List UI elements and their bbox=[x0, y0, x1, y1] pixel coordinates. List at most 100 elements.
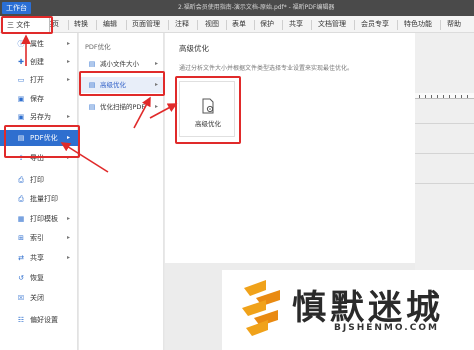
file-panel: ⓘ 属性 ▸ ✚ 创建 ▸ ▭ 打开 ▸ ▣ 保存 ▣ 另存为 ▸ ▤ PDF优… bbox=[0, 33, 78, 350]
menu-document-management[interactable]: 文档管理 bbox=[318, 16, 346, 33]
menu-featured[interactable]: 特色功能 bbox=[404, 16, 432, 33]
file-item-label: 偏好设置 bbox=[30, 316, 58, 324]
watermark-title: 慎默迷城 bbox=[292, 288, 444, 328]
file-item-label: 共享 bbox=[30, 254, 44, 262]
menu-separator bbox=[96, 20, 97, 30]
print-template-icon: ▦ bbox=[17, 215, 25, 223]
file-item-batch-print[interactable]: ⎙ 批量打印 bbox=[0, 191, 78, 207]
document-line bbox=[415, 183, 474, 184]
ruler bbox=[415, 93, 474, 99]
advanced-optimize-panel: 高级优化 通过分析文件大小并根据文件类型选择专业设置来实现最佳优化。 高级优化 bbox=[165, 33, 415, 263]
info-icon: ⓘ bbox=[17, 40, 25, 48]
file-item-label: 打印 bbox=[30, 176, 44, 184]
chevron-right-icon: ▸ bbox=[67, 234, 71, 241]
file-item-share[interactable]: ⇄ 共享 ▸ bbox=[0, 250, 78, 266]
chevron-right-icon: ▸ bbox=[67, 76, 71, 83]
share-icon: ⇄ bbox=[18, 254, 24, 262]
menu-member-exclusive[interactable]: 会员专享 bbox=[361, 16, 389, 33]
menu-page-management[interactable]: 页面管理 bbox=[132, 16, 160, 33]
chevron-right-icon: ▸ bbox=[155, 60, 159, 67]
file-item-save-as[interactable]: ▣ 另存为 ▸ bbox=[0, 109, 78, 125]
chevron-right-icon: ▸ bbox=[67, 58, 71, 65]
file-item-properties[interactable]: ⓘ 属性 ▸ bbox=[0, 36, 78, 52]
save-as-icon: ▣ bbox=[17, 113, 25, 121]
chevron-right-icon: ▸ bbox=[155, 103, 159, 110]
pdf-optimize-highlight bbox=[4, 125, 80, 158]
file-item-index[interactable]: ⊞ 索引 ▸ bbox=[0, 230, 78, 246]
chevron-right-icon: ▸ bbox=[67, 254, 71, 261]
create-icon: ✚ bbox=[18, 58, 24, 66]
file-item-label: 索引 bbox=[30, 234, 44, 242]
preferences-icon: ☷ bbox=[17, 316, 25, 324]
menu-form[interactable]: 表单 bbox=[232, 16, 246, 33]
panel-title: 高级优化 bbox=[179, 44, 209, 53]
pdf-optimize-header: PDF优化 bbox=[85, 43, 111, 51]
menu-separator bbox=[282, 20, 283, 30]
file-item-preferences[interactable]: ☷ 偏好设置 bbox=[0, 312, 78, 328]
menu-edit[interactable]: 编辑 bbox=[103, 16, 117, 33]
file-item-label: 打开 bbox=[30, 76, 44, 84]
file-item-print-template[interactable]: ▦ 打印模板 ▸ bbox=[0, 211, 78, 227]
file-item-open[interactable]: ▭ 打开 ▸ bbox=[0, 72, 78, 88]
advanced-optimize-item-highlight bbox=[79, 71, 165, 96]
menu-separator bbox=[397, 20, 398, 30]
workbench-button[interactable]: 工作台 bbox=[2, 2, 31, 14]
reduce-size-icon: ▤ bbox=[88, 60, 96, 68]
open-folder-icon: ▭ bbox=[17, 76, 25, 84]
advanced-optimize-card-highlight bbox=[175, 76, 241, 144]
document-line bbox=[415, 123, 474, 124]
restore-icon: ↺ bbox=[18, 274, 24, 282]
menu-separator bbox=[197, 20, 198, 30]
file-item-label: 保存 bbox=[30, 95, 44, 103]
window-title: 2.福昕会员使用指南-演示文档-原始.pdf* - 福昕PDF编辑器 bbox=[178, 4, 335, 11]
file-item-print[interactable]: ⎙ 打印 bbox=[0, 172, 78, 188]
file-item-label: 关闭 bbox=[30, 294, 44, 302]
menu-share[interactable]: 共享 bbox=[289, 16, 303, 33]
watermark-logo: 慎默迷城 BJSHENMO.COM bbox=[222, 270, 474, 350]
menu-separator bbox=[354, 20, 355, 30]
file-item-label: 另存为 bbox=[30, 113, 51, 121]
close-doc-icon: ☒ bbox=[17, 294, 25, 302]
file-item-create[interactable]: ✚ 创建 ▸ bbox=[0, 54, 78, 70]
scanned-pdf-icon: ▤ bbox=[88, 103, 96, 111]
optimize-item-label: 减小文件大小 bbox=[100, 60, 139, 68]
chevron-right-icon: ▸ bbox=[67, 215, 71, 222]
optimize-item-label: 优化扫描的PDF bbox=[100, 103, 146, 111]
menu-bar: 主页 转换 编辑 页面管理 注释 视图 表单 保护 共享 文档管理 会员专享 特… bbox=[0, 16, 474, 33]
watermark-url: BJSHENMO.COM bbox=[334, 323, 439, 333]
index-icon: ⊞ bbox=[18, 234, 24, 242]
menu-separator bbox=[311, 20, 312, 30]
file-item-label: 属性 bbox=[30, 40, 44, 48]
file-item-label: 打印模板 bbox=[30, 215, 58, 223]
optimize-scanned-pdf-item[interactable]: ▤ 优化扫描的PDF ▸ bbox=[79, 99, 164, 115]
app-window: 工作台 2.福昕会员使用指南-演示文档-原始.pdf* - 福昕PDF编辑器 主… bbox=[0, 0, 474, 350]
menu-separator bbox=[126, 20, 127, 30]
watermark-mark-icon bbox=[242, 280, 280, 336]
title-bar: 工作台 2.福昕会员使用指南-演示文档-原始.pdf* - 福昕PDF编辑器 bbox=[0, 0, 474, 16]
menu-separator bbox=[254, 20, 255, 30]
menu-protect[interactable]: 保护 bbox=[260, 16, 274, 33]
reduce-file-size-item[interactable]: ▤ 减小文件大小 ▸ bbox=[79, 56, 164, 72]
menu-view[interactable]: 视图 bbox=[205, 16, 219, 33]
menu-separator bbox=[168, 20, 169, 30]
print-icon: ⎙ bbox=[18, 176, 24, 184]
chevron-right-icon: ▸ bbox=[67, 113, 71, 120]
menu-help[interactable]: 帮助 bbox=[447, 16, 461, 33]
file-menu-highlight bbox=[1, 16, 53, 34]
save-icon: ▣ bbox=[17, 95, 25, 103]
file-item-label: 创建 bbox=[30, 58, 44, 66]
panel-description: 通过分析文件大小并根据文件类型选择专业设置来实现最佳优化。 bbox=[179, 65, 354, 72]
menu-comment[interactable]: 注释 bbox=[175, 16, 189, 33]
document-line bbox=[415, 153, 474, 154]
menu-separator bbox=[226, 20, 227, 30]
menu-separator bbox=[440, 20, 441, 30]
file-item-save[interactable]: ▣ 保存 bbox=[0, 91, 78, 107]
menu-convert[interactable]: 转换 bbox=[74, 16, 88, 33]
menu-separator bbox=[68, 20, 69, 30]
file-item-close[interactable]: ☒ 关闭 bbox=[0, 290, 78, 306]
batch-print-icon: ⎙ bbox=[18, 195, 24, 203]
file-item-restore[interactable]: ↺ 恢复 bbox=[0, 270, 78, 286]
file-item-label: 恢复 bbox=[30, 274, 44, 282]
file-item-label: 批量打印 bbox=[30, 195, 58, 203]
chevron-right-icon: ▸ bbox=[67, 40, 71, 47]
